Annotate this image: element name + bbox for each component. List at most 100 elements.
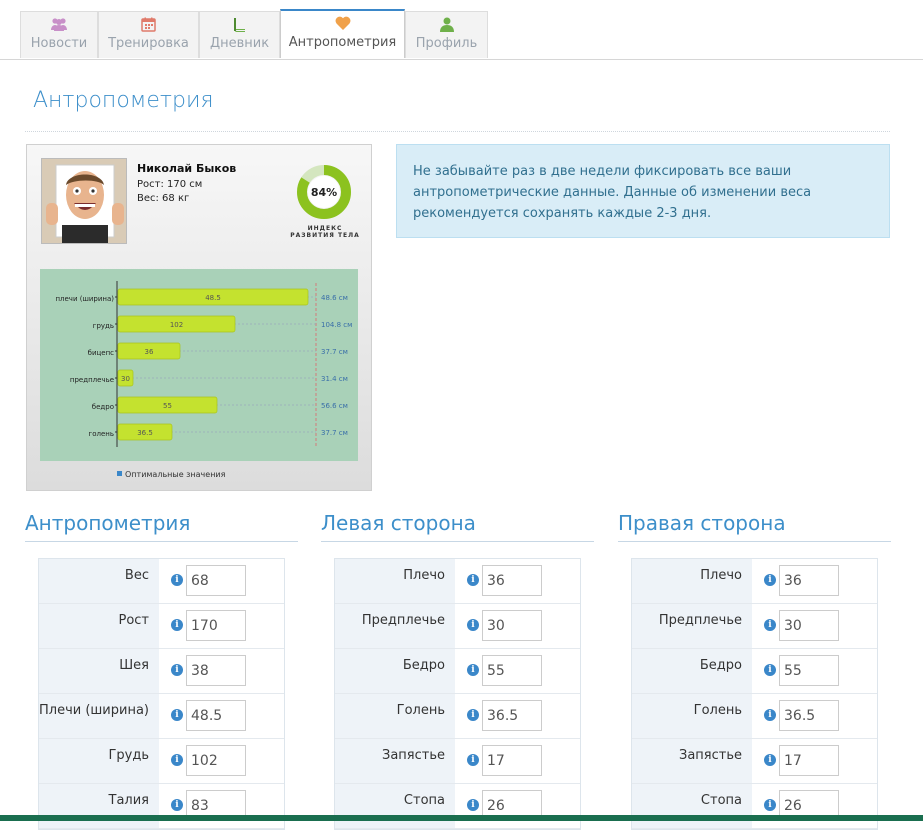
info-icon[interactable]: i [171, 799, 183, 811]
info-alert: Не забывайте раз в две недели фиксироват… [396, 144, 890, 238]
measurement-row: Запястье i [632, 739, 877, 784]
measurement-row: Бедро i [632, 649, 877, 694]
info-icon[interactable]: i [467, 574, 479, 586]
tab-anthropometry-label: Антропометрия [288, 35, 397, 50]
measurement-input[interactable] [779, 745, 839, 776]
measurement-label: Голень [335, 694, 455, 738]
development-index-donut: 84% [295, 163, 353, 221]
info-icon[interactable]: i [764, 664, 776, 676]
info-icon[interactable]: i [764, 754, 776, 766]
section-title: Антропометрия [25, 511, 191, 535]
measurement-row: Предплечье i [632, 604, 877, 649]
measurement-input[interactable] [482, 745, 542, 776]
info-icon[interactable]: i [764, 799, 776, 811]
index-caption-line1: ИНДЕКС [307, 225, 343, 232]
measurement-label: Стопа [632, 784, 752, 828]
chart-legend: Оптимальные значения [117, 470, 225, 479]
chart-value-label: 36 [145, 348, 154, 356]
measurement-row: Бедро i [335, 649, 580, 694]
measurement-row: Грудь i [39, 739, 284, 784]
chart-category-label: предплечье [70, 376, 114, 384]
measurement-label: Бедро [632, 649, 752, 693]
measurement-row: Рост i [39, 604, 284, 649]
tab-news[interactable]: Новости [20, 11, 98, 58]
measurement-row: Вес i [39, 559, 284, 604]
bottom-bar [0, 815, 923, 821]
chart-category-label: бицепс [88, 349, 115, 357]
info-icon[interactable]: i [171, 664, 183, 676]
info-icon[interactable]: i [467, 799, 479, 811]
info-icon[interactable]: i [764, 574, 776, 586]
measurement-input[interactable] [482, 655, 542, 686]
measurement-table: ВесiРостiШеяiПлечи (ширина)iГрудьiТалияi [38, 558, 285, 830]
measurement-row: Голень i [632, 694, 877, 739]
measurement-label: Стопа [335, 784, 455, 828]
chart-category-label: голень [89, 430, 114, 438]
user-height: Рост: 170 см [137, 179, 203, 190]
info-icon[interactable]: i [171, 709, 183, 721]
measurement-row: Голень i [335, 694, 580, 739]
chart-optimal-label: 37.7 см [321, 348, 348, 356]
chart-svg: плечи (ширина) 48.5 48.6 см грудь 102 104.8 с… [55, 281, 352, 447]
info-icon[interactable]: i [764, 709, 776, 721]
measurement-row: Запястье i [335, 739, 580, 784]
measurement-input[interactable] [186, 610, 246, 641]
chart-value-label: 30 [121, 375, 130, 383]
chart-value-label: 102 [170, 321, 183, 329]
info-icon[interactable]: i [467, 619, 479, 631]
chart-optimal-label: 56.6 см [321, 402, 348, 410]
user-stats: Рост: 170 см Вес: 68 кг [137, 178, 202, 206]
chart-category-label: бедро [92, 403, 114, 411]
info-icon[interactable]: i [171, 754, 183, 766]
index-caption-line2: РАЗВИТИЯ ТЕЛА [290, 232, 360, 239]
chart-category-label: грудь [93, 322, 114, 330]
measurement-row: Стопа i [335, 784, 580, 829]
measurement-label: Предплечье [335, 604, 455, 648]
measurement-input[interactable] [779, 700, 839, 731]
info-icon[interactable]: i [467, 754, 479, 766]
measurement-row: Шея i [39, 649, 284, 694]
user-name: Николай Быков [137, 162, 237, 175]
measurement-label: Запястье [335, 739, 455, 783]
measurement-input[interactable] [186, 745, 246, 776]
measurement-table: ПлечоiПредплечьеiБедроiГоленьiЗапястьеiС… [631, 558, 878, 830]
measurement-label: Вес [39, 559, 159, 603]
measurement-label: Рост [39, 604, 159, 648]
tab-diary-label: Дневник [209, 36, 270, 51]
measurement-label: Голень [632, 694, 752, 738]
user-weight: Вес: 68 кг [137, 193, 190, 204]
measurement-input[interactable] [779, 655, 839, 686]
legend-swatch [117, 471, 122, 476]
user-icon [406, 17, 487, 36]
measurement-input[interactable] [482, 565, 542, 596]
calendar-icon [99, 17, 198, 36]
measurement-label: Бедро [335, 649, 455, 693]
measurement-input[interactable] [482, 610, 542, 641]
measurement-label: Предплечье [632, 604, 752, 648]
chart-value-label: 55 [163, 402, 172, 410]
chart-value-label: 36.5 [137, 429, 153, 437]
measurement-input[interactable] [186, 565, 246, 596]
tab-profile[interactable]: Профиль [405, 11, 488, 58]
tab-diary[interactable]: Дневник [199, 11, 280, 58]
info-icon[interactable]: i [764, 619, 776, 631]
measurement-input[interactable] [186, 700, 246, 731]
info-icon[interactable]: i [467, 664, 479, 676]
measurement-label: Грудь [39, 739, 159, 783]
info-icon[interactable]: i [467, 709, 479, 721]
measurement-label: Плечи (ширина) [39, 694, 159, 738]
info-icon[interactable]: i [171, 574, 183, 586]
info-icon[interactable]: i [171, 619, 183, 631]
section-divider [618, 541, 891, 542]
tab-bar: Новости Тренировка Дневник Антропометрия… [0, 0, 923, 60]
measurement-input[interactable] [186, 655, 246, 686]
tab-training[interactable]: Тренировка [98, 11, 199, 58]
measurements-chart: плечи (ширина) 48.5 48.6 см грудь 102 104.8 с… [40, 269, 358, 461]
measurement-label: Плечо [632, 559, 752, 603]
measurement-row: Плечо i [335, 559, 580, 604]
measurement-input[interactable] [779, 610, 839, 641]
measurement-input[interactable] [482, 700, 542, 731]
tab-anthropometry[interactable]: Антропометрия [280, 9, 405, 58]
anthropometry-card: Николай Быков Рост: 170 см Вес: 68 кг 84… [26, 144, 372, 491]
measurement-input[interactable] [779, 565, 839, 596]
